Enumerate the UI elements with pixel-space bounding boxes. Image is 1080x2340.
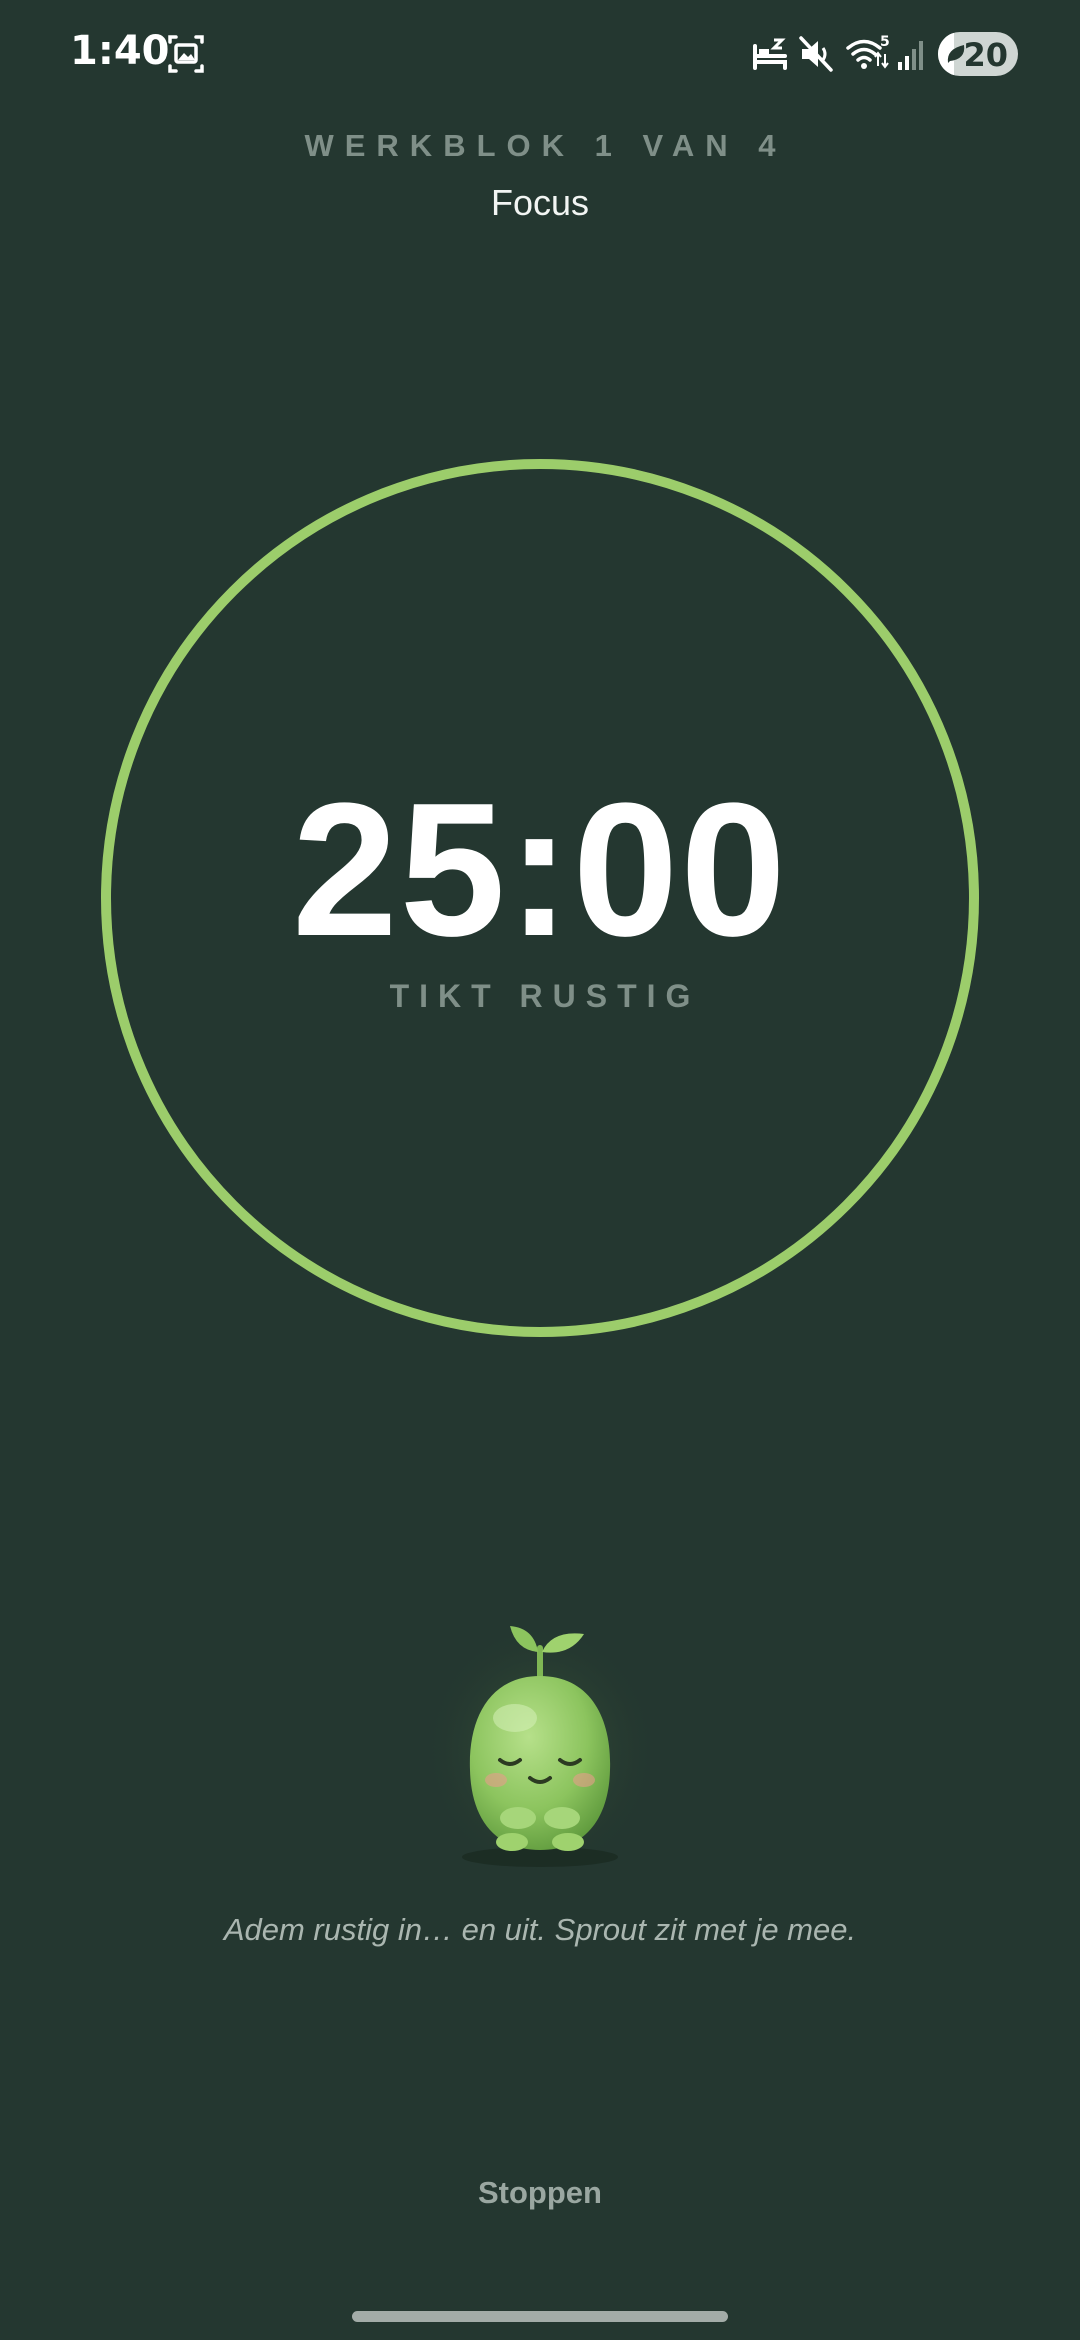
mute-icon bbox=[799, 36, 833, 72]
timer-status: TIKT RUSTIG bbox=[389, 978, 701, 1014]
mode-title: Focus bbox=[490, 182, 590, 223]
home-indicator[interactable] bbox=[352, 2311, 728, 2322]
breathing-hint: Adem rustig in… en uit. Sprout zit met j… bbox=[223, 1912, 857, 1947]
wifi-icon: 5 bbox=[846, 34, 890, 69]
battery-indicator: 20 bbox=[938, 32, 1018, 76]
svg-text:5: 5 bbox=[880, 34, 890, 50]
screenshot-icon bbox=[168, 35, 204, 73]
timer-value: 25:00 bbox=[292, 764, 788, 976]
sprout-mascot-icon bbox=[422, 1615, 658, 1875]
status-time: 1:40 bbox=[70, 28, 170, 74]
sleep-mode-icon bbox=[753, 38, 787, 70]
signal-icon bbox=[898, 41, 923, 70]
status-bar: 1:40 5 20 bbox=[0, 0, 1080, 110]
stop-button[interactable]: Stoppen bbox=[390, 2160, 690, 2226]
battery-level: 20 bbox=[963, 36, 1008, 74]
work-block-label: WERKBLOK 1 VAN 4 bbox=[304, 128, 787, 163]
focus-timer-screen: 1:40 5 20 WERKBLOK 1 VAN 4 Focus 25:00 T… bbox=[0, 0, 1080, 2340]
